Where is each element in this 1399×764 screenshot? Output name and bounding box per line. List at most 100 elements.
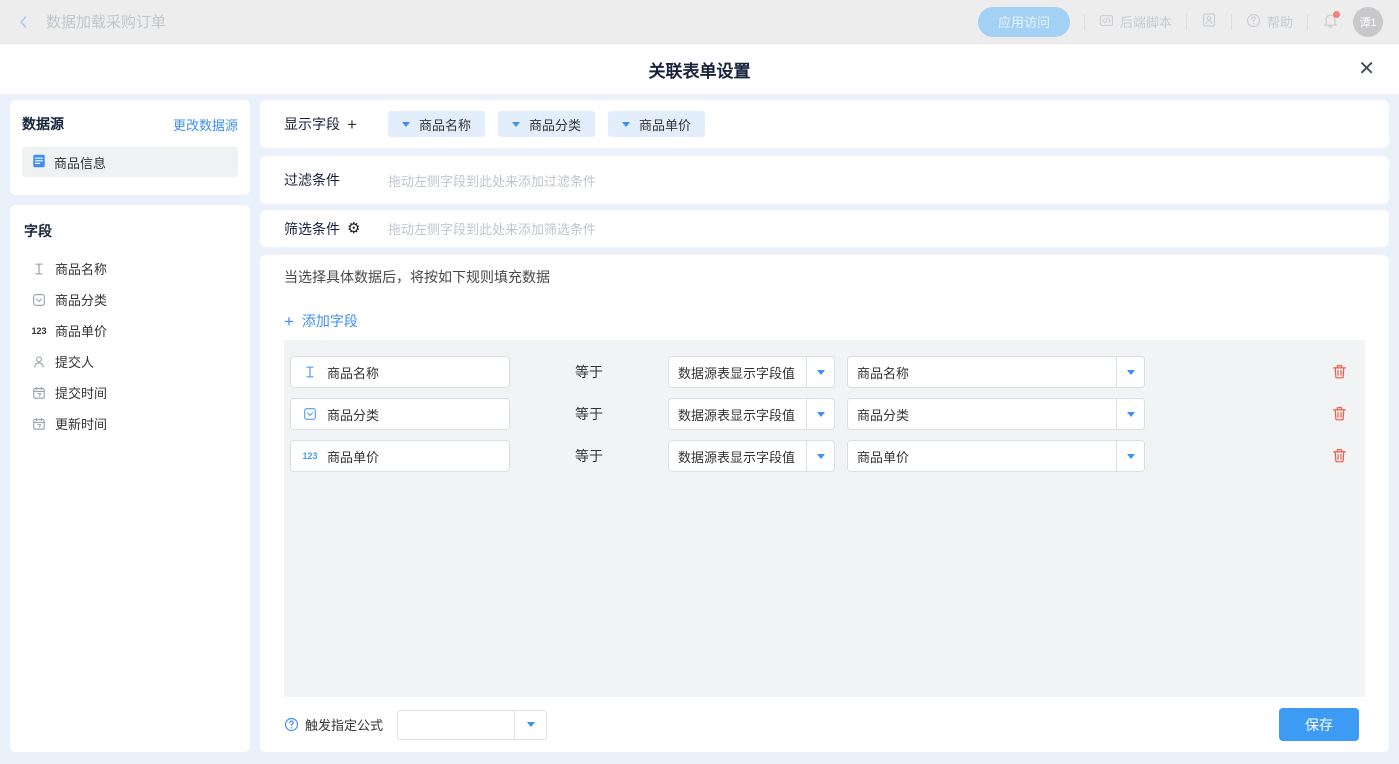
display-field-tag[interactable]: 商品单价 [608, 111, 705, 137]
delete-rule-icon[interactable] [1332, 364, 1347, 379]
display-fields-row: 显示字段 + 商品名称 商品分类 商品单价 [260, 100, 1389, 148]
field-item-date[interactable]: 提交时间 [22, 377, 238, 408]
chevron-down-icon [1116, 441, 1144, 471]
select-field-icon [301, 407, 319, 421]
save-button[interactable]: 保存 [1279, 708, 1359, 741]
divider [1084, 14, 1085, 30]
app-access-button[interactable]: 应用访问 [978, 7, 1070, 37]
field-item-date2[interactable]: 更新时间 [22, 408, 238, 439]
value-select[interactable]: 商品名称 [847, 356, 1145, 388]
sift-condition-label: 筛选条件 ⚙ [284, 219, 388, 239]
chevron-down-icon [512, 122, 520, 127]
datasource-header: 数据源 更改数据源 [22, 114, 238, 134]
operator-label: 等于 [575, 356, 603, 388]
question-icon [1246, 13, 1261, 31]
field-list: 商品名称 商品分类 123 商品单价 提交人 提交时间 更新时间 [22, 253, 238, 439]
rule-row: 商品分类 等于 数据源表显示字段值 商品分类 [284, 398, 1365, 430]
rule-row: 商品名称 等于 数据源表显示字段值 商品名称 [284, 356, 1365, 388]
avatar[interactable]: 谭1 [1353, 7, 1383, 37]
formula-label: 触发指定公式 [305, 715, 383, 734]
formula-select[interactable] [397, 710, 547, 740]
notification-bell-icon[interactable] [1322, 13, 1339, 30]
modal-title: 关联表单设置 [649, 57, 751, 82]
delete-rule-icon[interactable] [1332, 448, 1347, 463]
screen: 数据加载采购订单 应用访问 后端脚本 帮助 谭1 [0, 0, 1399, 764]
rules-list: 商品名称 等于 数据源表显示字段值 商品名称 商品分类 等于 [284, 340, 1365, 697]
change-datasource-link[interactable]: 更改数据源 [173, 115, 238, 134]
modal-footer: 触发指定公式 保存 [260, 697, 1389, 752]
modal-header: 关联表单设置 ✕ [0, 44, 1399, 95]
display-field-tag[interactable]: 商品分类 [498, 111, 595, 137]
number-field-icon: 123 [30, 326, 48, 336]
datasource-panel: 数据源 更改数据源 商品信息 [10, 100, 250, 195]
rules-hint-text: 当选择具体数据后，将按如下规则填充数据 [284, 267, 550, 287]
rule-field-box[interactable]: 商品名称 [290, 356, 510, 388]
form-doc-icon [32, 154, 46, 171]
display-fields-label: 显示字段 + [284, 114, 388, 134]
divider [1231, 14, 1232, 30]
divider [1186, 14, 1187, 30]
contact-card-button[interactable] [1201, 12, 1217, 31]
filter-condition-row[interactable]: 过滤条件 拖动左侧字段到此处来添加过滤条件 [260, 156, 1389, 204]
code-icon [1099, 13, 1114, 31]
fill-rules-panel: 当选择具体数据后，将按如下规则填充数据 + 添加字段 商品名称 等于 数据源表显… [260, 255, 1389, 752]
field-item-user[interactable]: 提交人 [22, 346, 238, 377]
notification-dot [1333, 11, 1340, 18]
field-item-number[interactable]: 123 商品单价 [22, 315, 238, 346]
select-field-icon [30, 293, 48, 307]
user-field-icon [30, 355, 48, 369]
datasource-heading: 数据源 [22, 114, 64, 134]
chevron-down-icon [514, 711, 546, 739]
rule-row: 123 商品单价 等于 数据源表显示字段值 商品单价 [284, 440, 1365, 472]
plus-icon: + [284, 313, 294, 330]
add-display-field-icon[interactable]: + [347, 116, 357, 133]
rule-field-box[interactable]: 商品分类 [290, 398, 510, 430]
chevron-down-icon [402, 122, 410, 127]
field-item-text[interactable]: 商品名称 [22, 253, 238, 284]
chevron-down-icon [806, 441, 834, 471]
chevron-down-icon [1116, 357, 1144, 387]
topbar: 数据加载采购订单 应用访问 后端脚本 帮助 谭1 [0, 0, 1399, 44]
divider [1307, 14, 1308, 30]
help-button[interactable]: 帮助 [1246, 12, 1293, 31]
topbar-right: 应用访问 后端脚本 帮助 谭1 [978, 7, 1383, 37]
topbar-left: 数据加载采购订单 [16, 11, 166, 32]
date-field-icon [30, 417, 48, 431]
operator-label: 等于 [575, 398, 603, 430]
add-field-button[interactable]: + 添加字段 [284, 311, 358, 331]
fields-panel: 字段 商品名称 商品分类 123 商品单价 提交人 提交时间 [10, 205, 250, 752]
source-select[interactable]: 数据源表显示字段值 [668, 398, 835, 430]
field-item-select[interactable]: 商品分类 [22, 284, 238, 315]
source-select[interactable]: 数据源表显示字段值 [668, 356, 835, 388]
rule-field-box[interactable]: 123 商品单价 [290, 440, 510, 472]
contact-card-icon [1201, 12, 1217, 31]
backend-script-button[interactable]: 后端脚本 [1099, 12, 1172, 31]
value-select[interactable]: 商品分类 [847, 398, 1145, 430]
fields-heading: 字段 [22, 221, 238, 241]
sift-condition-row[interactable]: 筛选条件 ⚙ 拖动左侧字段到此处来添加筛选条件 [260, 210, 1389, 247]
display-field-tag[interactable]: 商品名称 [388, 111, 485, 137]
gear-icon[interactable]: ⚙ [347, 221, 360, 236]
close-icon[interactable]: ✕ [1358, 59, 1375, 79]
date-field-icon [30, 386, 48, 400]
chevron-down-icon [1116, 399, 1144, 429]
formula-select-value [398, 711, 514, 739]
text-field-icon [301, 365, 319, 379]
source-select[interactable]: 数据源表显示字段值 [668, 440, 835, 472]
chevron-down-icon [622, 122, 630, 127]
page-title: 数据加载采购订单 [46, 11, 166, 32]
sift-drop-placeholder: 拖动左侧字段到此处来添加筛选条件 [388, 219, 596, 238]
delete-rule-icon[interactable] [1332, 406, 1347, 421]
operator-label: 等于 [575, 440, 603, 472]
filter-condition-label: 过滤条件 [284, 170, 388, 190]
datasource-item[interactable]: 商品信息 [22, 147, 238, 177]
filter-drop-placeholder: 拖动左侧字段到此处来添加过滤条件 [388, 171, 596, 190]
back-icon[interactable] [16, 14, 32, 30]
value-select[interactable]: 商品单价 [847, 440, 1145, 472]
formula-help-icon[interactable] [284, 717, 299, 732]
text-field-icon [30, 262, 48, 276]
chevron-down-icon [806, 357, 834, 387]
chevron-down-icon [806, 399, 834, 429]
display-field-tags: 商品名称 商品分类 商品单价 [388, 111, 705, 137]
number-field-icon: 123 [301, 451, 319, 461]
